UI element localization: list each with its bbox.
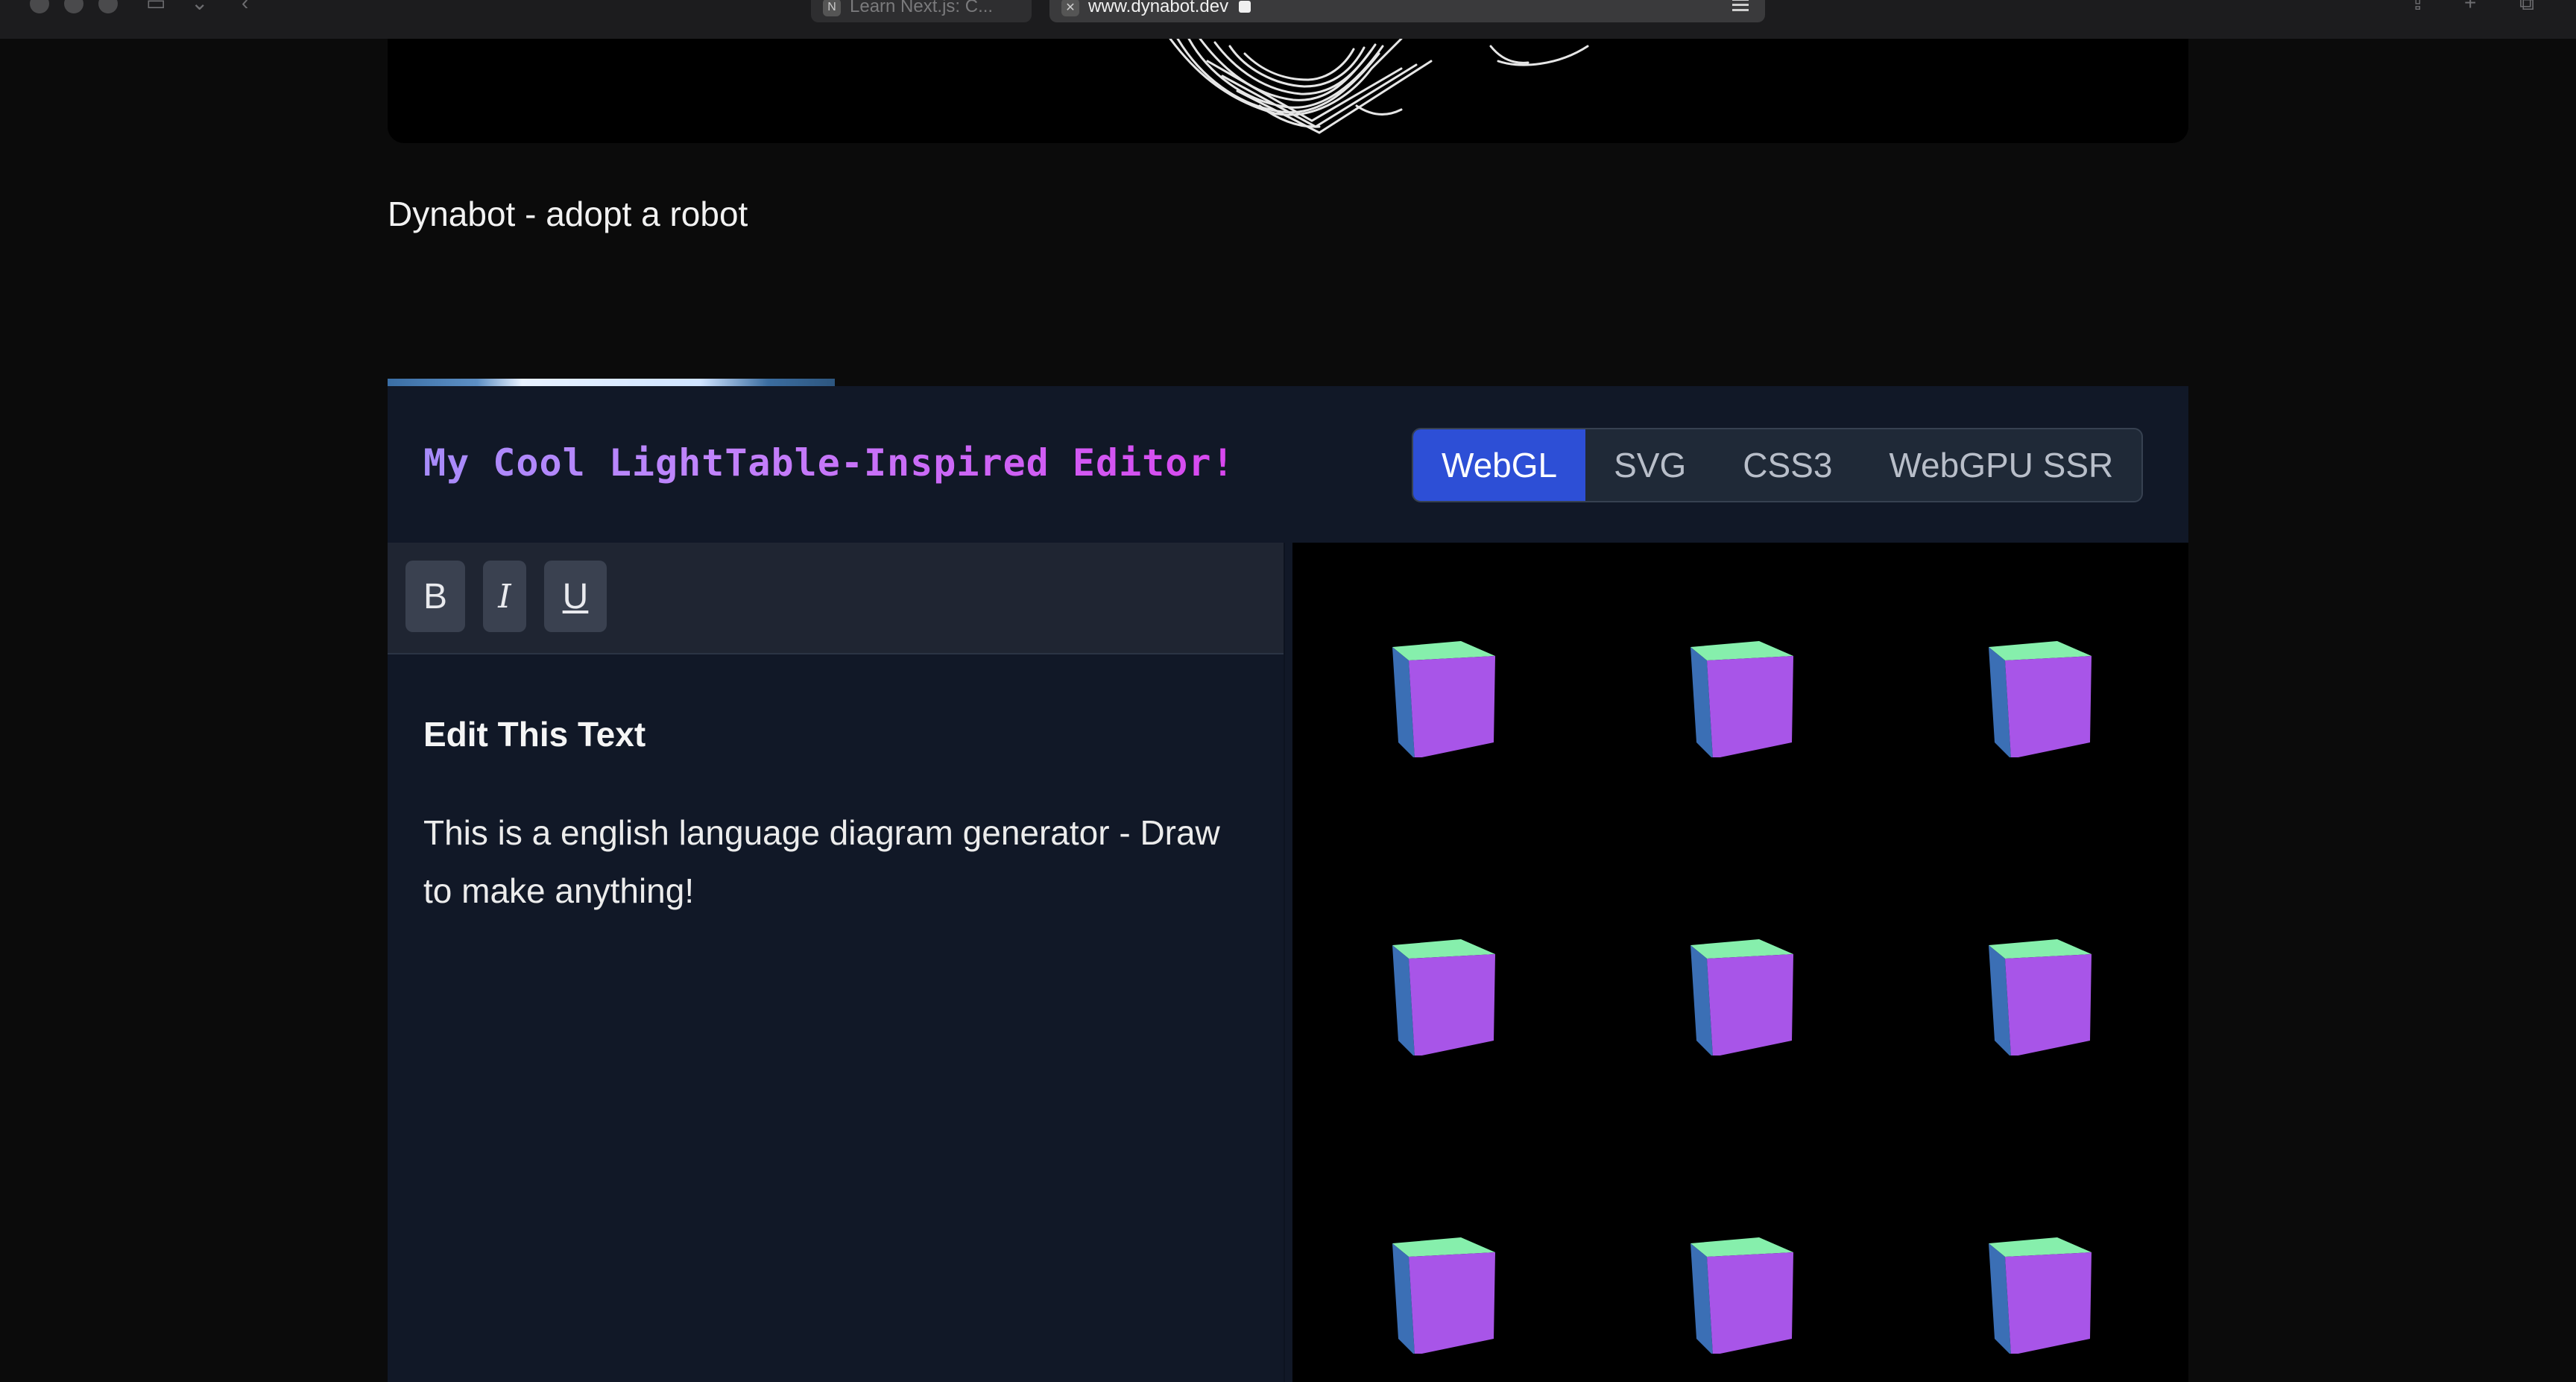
- minimize-window-button[interactable]: [64, 0, 83, 13]
- site-icon: ✕: [1061, 0, 1079, 16]
- editor-title: My Cool LightTable-Inspired Editor!: [423, 441, 1235, 485]
- cube-front-face: [2005, 1252, 2092, 1354]
- cube-1-2: [1690, 641, 1793, 757]
- new-tab-icon[interactable]: +: [2464, 0, 2490, 15]
- cube-front-face: [1409, 954, 1495, 1056]
- webgl-canvas[interactable]: [1292, 543, 2188, 1382]
- cube-2-2: [1690, 939, 1793, 1056]
- chevron-down-icon[interactable]: ⌄: [191, 0, 216, 15]
- cube-3-2: [1690, 1237, 1793, 1354]
- mode-tab-webgpu-ssr[interactable]: WebGPU SSR: [1860, 429, 2141, 501]
- cube-3-3: [1989, 1237, 2092, 1354]
- robot-sketch-graphic: [1169, 39, 1589, 134]
- browser-chrome: ▭ ⌄ ‹ N Learn Next.js: C... ✕ www.dynabo…: [0, 0, 2576, 39]
- browser-tab-dynabot[interactable]: ✕ www.dynabot.dev: [1049, 0, 1765, 22]
- cube-2-3: [1989, 939, 2092, 1056]
- render-mode-switcher: WebGL SVG CSS3 WebGPU SSR: [1412, 428, 2144, 502]
- document-heading[interactable]: Edit This Text: [423, 714, 645, 754]
- cube-front-face: [1707, 1252, 1793, 1354]
- formatting-toolbar: B I U: [388, 543, 1284, 654]
- cube-front-face: [2005, 954, 2092, 1056]
- tab-url: www.dynabot.dev: [1088, 0, 1229, 16]
- cube-3-1: [1392, 1237, 1495, 1354]
- tab-title: Learn Next.js: C...: [850, 0, 994, 16]
- editor-header: My Cool LightTable-Inspired Editor! WebG…: [388, 386, 2188, 543]
- underline-button[interactable]: U: [544, 561, 607, 632]
- lighttable-editor: My Cool LightTable-Inspired Editor! WebG…: [388, 386, 2188, 1382]
- cube-front-face: [1707, 954, 1793, 1056]
- document-body[interactable]: This is a english language diagram gener…: [423, 804, 1243, 920]
- mode-tab-svg[interactable]: SVG: [1585, 429, 1714, 501]
- reader-mode-icon[interactable]: [1732, 0, 1749, 13]
- tab-overview-icon[interactable]: ⧉: [2519, 0, 2545, 15]
- text-editor-pane: B I U Edit This Text This is a english l…: [388, 543, 1285, 1382]
- cube-front-face: [2005, 656, 2092, 757]
- cube-1-1: [1392, 641, 1495, 757]
- cube-front-face: [1409, 1252, 1495, 1354]
- italic-button[interactable]: I: [483, 561, 526, 632]
- browser-tab-learn-nextjs[interactable]: N Learn Next.js: C...: [811, 0, 1032, 22]
- zoom-window-button[interactable]: [98, 0, 118, 13]
- bold-button[interactable]: B: [405, 561, 465, 632]
- cube-front-face: [1707, 656, 1793, 757]
- back-icon[interactable]: ‹: [242, 0, 267, 15]
- window-controls: [30, 0, 118, 13]
- mode-tab-css3[interactable]: CSS3: [1714, 429, 1860, 501]
- close-window-button[interactable]: [30, 0, 49, 13]
- cube-1-3: [1989, 641, 2092, 757]
- page-tagline: Dynabot - adopt a robot: [388, 195, 748, 233]
- mode-tab-webgl[interactable]: WebGL: [1413, 429, 1586, 501]
- cube-2-1: [1392, 939, 1495, 1056]
- cube-front-face: [1409, 656, 1495, 757]
- share-icon[interactable]: ⇪: [2409, 0, 2434, 15]
- lock-icon: [1239, 1, 1251, 13]
- sidebar-toggle-icon[interactable]: ▭: [146, 0, 171, 15]
- next-logo-icon: N: [823, 0, 841, 16]
- hero-robot-image: [388, 39, 2188, 143]
